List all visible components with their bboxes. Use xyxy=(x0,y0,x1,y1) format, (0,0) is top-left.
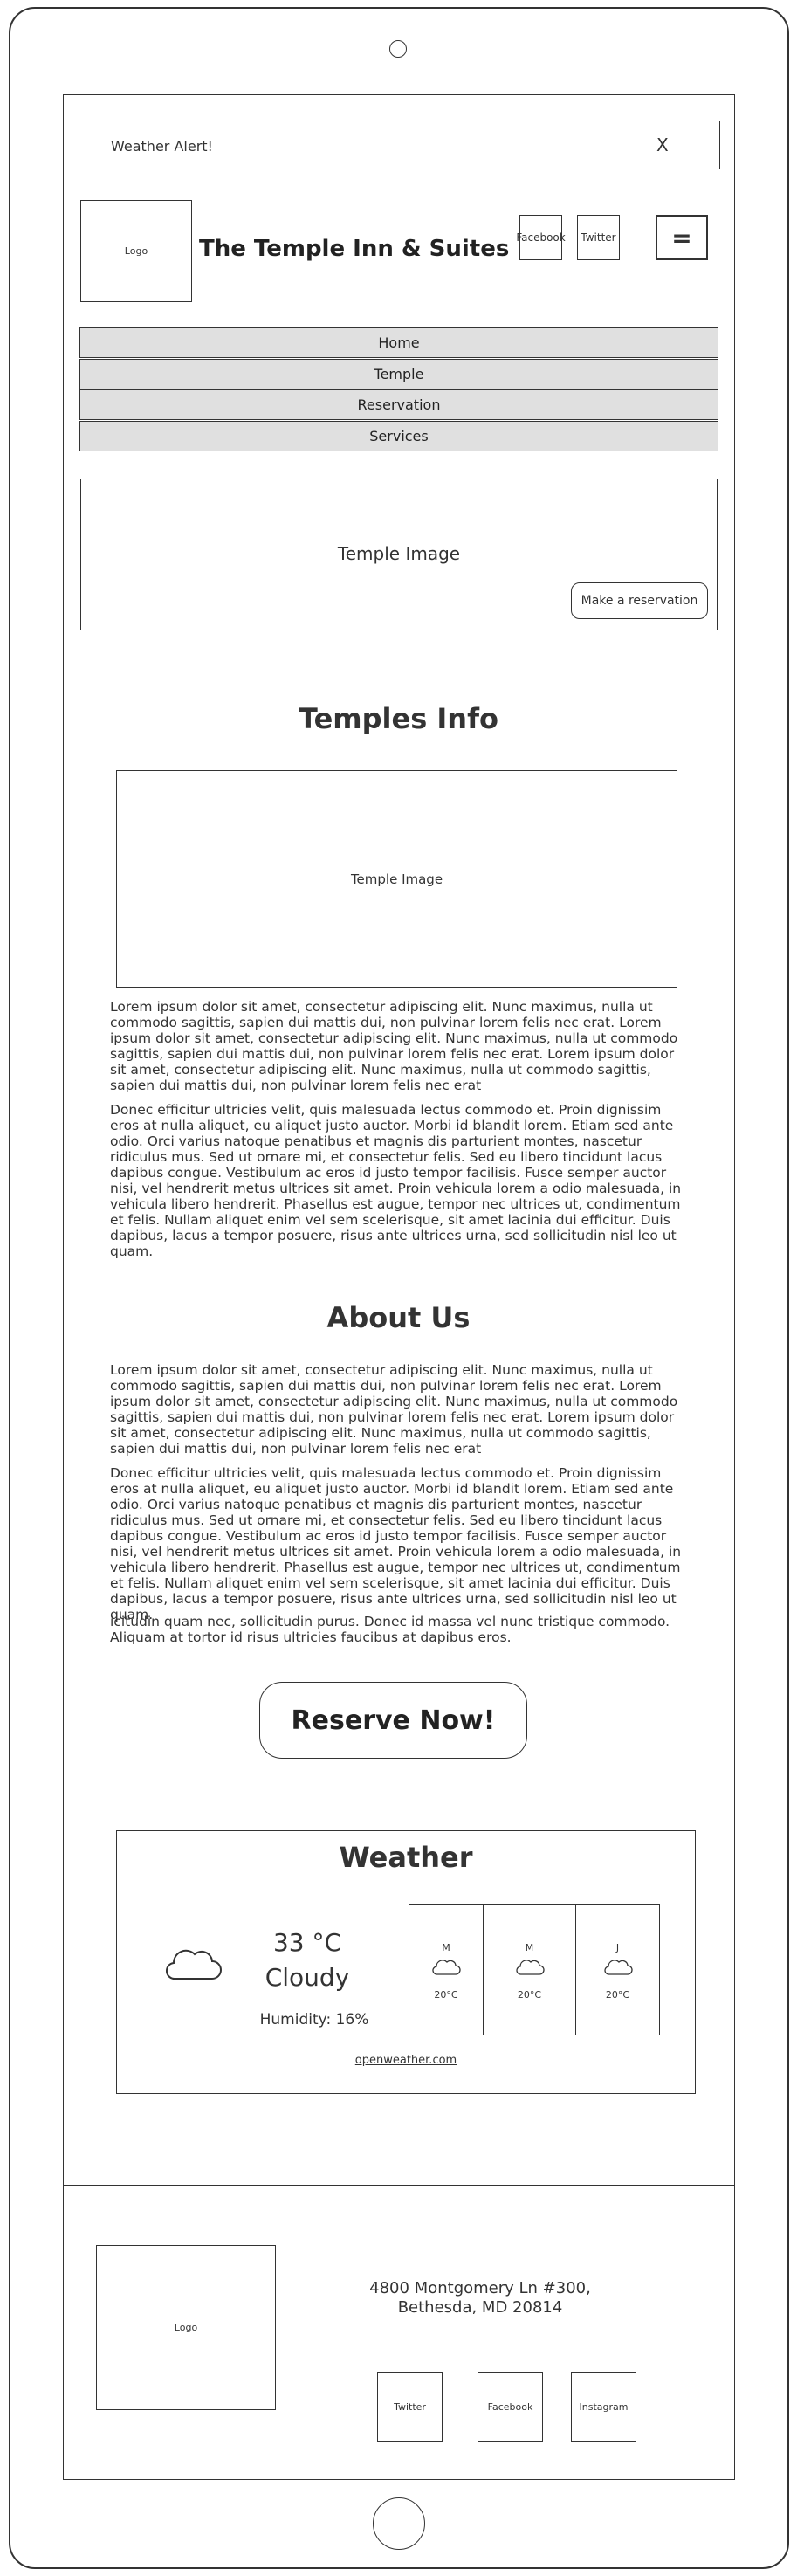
about-paragraph-2: Donec efficitur ultricies velit, quis ma… xyxy=(110,1465,682,1622)
forecast-day-2: M 20°C xyxy=(483,1904,576,2035)
cloud-icon xyxy=(432,1960,461,1975)
footer-address: 4800 Montgomery Ln #300, Bethesda, MD 20… xyxy=(365,2279,595,2318)
address-line-2: Bethesda, MD 20814 xyxy=(397,2298,563,2317)
hero-image-label: Temple Image xyxy=(337,543,461,564)
address-line-1: 4800 Montgomery Ln #300, xyxy=(369,2279,591,2297)
cloud-icon xyxy=(603,1960,633,1975)
forecast-day-label: J xyxy=(615,1942,620,1953)
nav-item-temple[interactable]: Temple xyxy=(79,359,718,389)
forecast-temp: 20°C xyxy=(434,1989,458,2001)
footer-logo[interactable]: Logo xyxy=(96,2245,276,2410)
facebook-button[interactable]: Facebook xyxy=(516,215,566,260)
logo[interactable]: Logo xyxy=(80,200,192,302)
forecast-temp: 20°C xyxy=(605,1989,630,2001)
site-title: The Temple Inn & Suites xyxy=(199,236,510,262)
forecast-day-label: M xyxy=(442,1942,450,1953)
nav-item-home[interactable]: Home xyxy=(79,327,718,358)
footer-divider xyxy=(63,2185,735,2186)
footer-twitter-button[interactable]: Twitter xyxy=(377,2372,443,2442)
forecast-day-label: M xyxy=(525,1942,534,1953)
weather-heading: Weather xyxy=(339,1841,473,1874)
temple-image: Temple Image xyxy=(116,770,677,988)
nav-item-reservation[interactable]: Reservation xyxy=(79,389,718,420)
forecast-temp: 20°C xyxy=(517,1989,542,2001)
forecast-day-3: J 20°C xyxy=(575,1904,660,2035)
cloud-icon xyxy=(166,1949,222,1980)
forecast-day-1: M 20°C xyxy=(409,1904,484,2035)
about-us-heading: About Us xyxy=(326,1301,471,1334)
current-condition: Cloudy xyxy=(265,1963,350,1992)
footer-facebook-button[interactable]: Facebook xyxy=(478,2372,543,2442)
camera-icon xyxy=(389,40,407,58)
twitter-button[interactable]: Twitter xyxy=(577,215,620,260)
make-reservation-button[interactable]: Make a reservation xyxy=(571,582,708,619)
footer-instagram-button[interactable]: Instagram xyxy=(571,2372,636,2442)
hamburger-menu-button[interactable]: = xyxy=(656,215,708,260)
humidity: Humidity: 16% xyxy=(259,2011,369,2028)
about-paragraph-1: Lorem ipsum dolor sit amet, consectetur … xyxy=(110,1362,678,1457)
temples-paragraph-1: Lorem ipsum dolor sit amet, consectetur … xyxy=(110,999,678,1093)
weather-alert-text: Weather Alert! xyxy=(111,138,213,155)
screen xyxy=(63,94,735,2480)
alert-close-button[interactable]: X xyxy=(656,134,669,155)
cloud-icon xyxy=(515,1960,545,1975)
home-button[interactable] xyxy=(373,2497,425,2550)
temples-info-heading: Temples Info xyxy=(299,702,498,735)
reserve-now-button[interactable]: Reserve Now! xyxy=(259,1682,527,1759)
nav-item-services[interactable]: Services xyxy=(79,421,718,451)
current-temperature: 33 °C xyxy=(272,1928,342,1957)
openweather-link[interactable]: openweather.com xyxy=(116,2054,696,2067)
temples-paragraph-2: Donec efficitur ultricies velit, quis ma… xyxy=(110,1102,682,1259)
about-paragraph-3: icitudin quam nec, sollicitudin purus. D… xyxy=(110,1614,670,1645)
